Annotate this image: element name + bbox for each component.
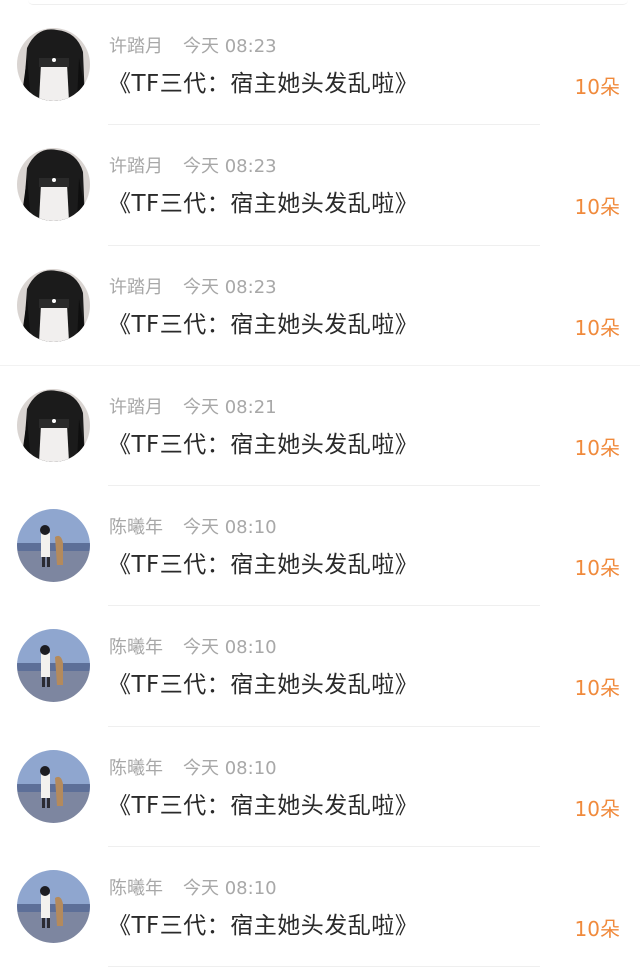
message-text: 《TF三代：宿主她头发乱啦》 bbox=[108, 672, 419, 699]
sender-name[interactable]: 许踏月 bbox=[109, 277, 163, 298]
message-meta: 陈曦年 今天 08:10 bbox=[109, 636, 277, 660]
list-item[interactable]: 许踏月 今天 08:23 《TF三代：宿主她头发乱啦》 10朵 bbox=[0, 5, 640, 126]
girl-dark-hair-avatar bbox=[17, 268, 90, 342]
list-item[interactable]: 陈曦年 今天 08:10 《TF三代：宿主她头发乱啦》 10朵 bbox=[0, 486, 640, 607]
gift-amount: 10朵 bbox=[574, 195, 620, 220]
sender-name[interactable]: 陈曦年 bbox=[109, 758, 163, 779]
gift-amount: 10朵 bbox=[574, 796, 620, 821]
message-meta: 陈曦年 今天 08:10 bbox=[109, 516, 277, 540]
gift-amount: 10朵 bbox=[574, 315, 620, 340]
avatar[interactable] bbox=[17, 388, 90, 462]
seaside-girl-avatar bbox=[17, 629, 90, 703]
sender-name[interactable]: 许踏月 bbox=[109, 36, 163, 57]
sender-name[interactable]: 陈曦年 bbox=[109, 517, 163, 538]
sender-name[interactable]: 许踏月 bbox=[109, 397, 163, 418]
gift-amount: 10朵 bbox=[574, 917, 620, 942]
gift-amount: 10朵 bbox=[574, 676, 620, 701]
sender-name[interactable]: 许踏月 bbox=[109, 156, 163, 177]
timestamp: 今天 08:23 bbox=[183, 36, 277, 57]
sender-name[interactable]: 陈曦年 bbox=[109, 637, 163, 658]
avatar[interactable] bbox=[17, 870, 90, 944]
message-meta: 许踏月 今天 08:21 bbox=[109, 396, 277, 420]
message-text: 《TF三代：宿主她头发乱啦》 bbox=[108, 311, 419, 338]
timestamp: 今天 08:10 bbox=[183, 637, 277, 659]
message-text: 《TF三代：宿主她头发乱啦》 bbox=[108, 792, 419, 819]
message-text: 《TF三代：宿主她头发乱啦》 bbox=[108, 552, 419, 579]
seaside-girl-avatar bbox=[17, 509, 90, 583]
gift-amount: 10朵 bbox=[574, 556, 620, 581]
avatar[interactable] bbox=[17, 509, 90, 583]
timestamp: 今天 08:10 bbox=[183, 878, 277, 900]
divider bbox=[108, 966, 540, 968]
timestamp: 今天 08:23 bbox=[183, 276, 277, 298]
list-item[interactable]: 许踏月 今天 08:21 《TF三代：宿主她头发乱啦》 10朵 bbox=[0, 366, 640, 487]
avatar[interactable] bbox=[17, 749, 90, 823]
list-item[interactable]: 陈曦年 今天 08:10 《TF三代：宿主她头发乱啦》 10朵 bbox=[0, 606, 640, 727]
message-meta: 陈曦年 今天 08:10 bbox=[109, 877, 277, 901]
girl-dark-hair-avatar bbox=[17, 148, 90, 222]
avatar[interactable] bbox=[17, 28, 90, 101]
list-item[interactable]: 陈曦年 今天 08:10 《TF三代：宿主她头发乱啦》 10朵 bbox=[0, 727, 640, 848]
list-item[interactable]: 许踏月 今天 08:23 《TF三代：宿主她头发乱啦》 10朵 bbox=[0, 246, 640, 366]
timestamp: 今天 08:10 bbox=[183, 757, 277, 779]
avatar[interactable] bbox=[17, 629, 90, 703]
message-meta: 陈曦年 今天 08:10 bbox=[109, 757, 277, 781]
message-text: 《TF三代：宿主她头发乱啦》 bbox=[108, 71, 419, 97]
timestamp: 今天 08:23 bbox=[183, 156, 277, 178]
avatar[interactable] bbox=[17, 268, 90, 342]
girl-dark-hair-avatar bbox=[17, 28, 90, 101]
girl-dark-hair-avatar bbox=[17, 388, 90, 462]
timestamp: 今天 08:10 bbox=[183, 517, 277, 539]
list-item[interactable]: 陈曦年 今天 08:10 《TF三代：宿主她头发乱啦》 10朵 bbox=[0, 847, 640, 968]
sender-name[interactable]: 陈曦年 bbox=[109, 878, 163, 899]
seaside-girl-avatar bbox=[17, 870, 90, 944]
timestamp: 今天 08:21 bbox=[183, 396, 277, 418]
message-text: 《TF三代：宿主她头发乱啦》 bbox=[108, 913, 419, 940]
message-meta: 许踏月 今天 08:23 bbox=[109, 276, 277, 300]
avatar[interactable] bbox=[17, 148, 90, 222]
gift-message-list[interactable]: 许踏月 今天 08:23 《TF三代：宿主她头发乱啦》 10朵 许踏月 今天 08:… bbox=[0, 5, 640, 968]
message-text: 《TF三代：宿主她头发乱啦》 bbox=[108, 191, 419, 218]
message-text: 《TF三代：宿主她头发乱啦》 bbox=[108, 431, 419, 458]
seaside-girl-avatar bbox=[17, 749, 90, 823]
message-meta: 许踏月 今天 08:23 bbox=[109, 155, 277, 179]
gift-amount: 10朵 bbox=[574, 435, 620, 460]
gift-amount: 10朵 bbox=[574, 75, 620, 99]
message-meta: 许踏月 今天 08:23 bbox=[109, 35, 277, 59]
list-item[interactable]: 许踏月 今天 08:23 《TF三代：宿主她头发乱啦》 10朵 bbox=[0, 125, 640, 246]
